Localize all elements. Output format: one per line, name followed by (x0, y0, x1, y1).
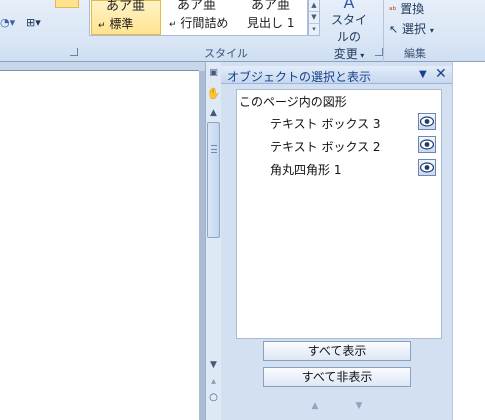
visibility-eye-icon[interactable] (418, 136, 436, 153)
selection-pane: オブジェクトの選択と表示 ▼ ✕ このページ内の図形 テキスト ボックス 3 テ… (221, 62, 452, 420)
pane-header: オブジェクトの選択と表示 ▼ ✕ (221, 66, 452, 84)
hide-all-button[interactable]: すべて非表示 (263, 367, 411, 387)
move-down-button[interactable]: ▼ (348, 396, 370, 416)
scroll-thumb[interactable] (207, 122, 220, 238)
close-icon[interactable]: ✕ (435, 66, 447, 82)
style-normal-label: 標準 (109, 17, 134, 31)
ribbon: ◔▾ ⊞▾ あア亜 ↵ 標準 あア亜 ↵ 行間詰め あア亜 見出し 1 ▲ ▼ … (0, 0, 485, 62)
paragraph-mark-icon: ↵ (98, 21, 106, 31)
paragraph-launcher-icon[interactable] (70, 48, 78, 56)
select-button[interactable]: ↖ 選択 ▾ (389, 20, 434, 37)
cursor-icon: ↖ (389, 23, 399, 36)
replace-icon: ᵃᵇ (389, 6, 397, 16)
paragraph-shading-icon[interactable]: ◔▾ (0, 16, 15, 29)
pane-toggle-icon[interactable]: ▣ (206, 66, 221, 81)
shape-list: このページ内の図形 テキスト ボックス 3 テキスト ボックス 2 角丸四角形 … (236, 89, 442, 339)
highlight-button[interactable] (55, 0, 79, 8)
style-gallery: あア亜 ↵ 標準 あア亜 ↵ 行間詰め あア亜 見出し 1 (89, 0, 308, 36)
visibility-eye-icon[interactable] (418, 113, 436, 130)
move-down-icon: ▼ (355, 401, 363, 411)
gallery-more-icon[interactable]: ▾ (309, 24, 319, 36)
edit-group-label: 編集 (404, 47, 426, 60)
replace-button[interactable]: ᵃᵇ 置換 (389, 0, 424, 17)
pane-menu-icon[interactable]: ▼ (419, 69, 427, 80)
vertical-scrollbar[interactable]: ▣ ✋ ▲ ▼ ⩓ ○ (205, 62, 221, 420)
document-page[interactable] (0, 70, 199, 420)
borders-icon[interactable]: ⊞▾ (26, 16, 41, 29)
list-caption: このページ内の図形 (239, 95, 347, 109)
gallery-down-icon[interactable]: ▼ (309, 12, 319, 24)
change-styles-icon: A (343, 0, 355, 12)
right-document-area (452, 62, 485, 420)
list-item[interactable]: テキスト ボックス 3 (237, 112, 441, 134)
move-up-button[interactable]: ▲ (304, 396, 326, 416)
group-divider (383, 0, 384, 62)
style-no-spacing[interactable]: あア亜 ↵ 行間詰め (163, 0, 235, 35)
style-heading1-label: 見出し 1 (247, 16, 295, 30)
gallery-up-icon[interactable]: ▲ (309, 0, 319, 12)
prev-page-icon[interactable]: ⩓ (206, 374, 221, 389)
show-all-button[interactable]: すべて表示 (263, 341, 411, 361)
hand-tool-icon[interactable]: ✋ (206, 86, 221, 101)
browse-object-icon[interactable]: ○ (206, 390, 221, 405)
styles-group-label: スタイル (204, 47, 248, 60)
paragraph-mark-icon: ↵ (169, 20, 177, 30)
style-heading1[interactable]: あア亜 見出し 1 (237, 0, 307, 35)
shape-name: 角丸四角形 1 (270, 163, 342, 177)
shape-name: テキスト ボックス 3 (270, 117, 381, 131)
list-item[interactable]: テキスト ボックス 2 (237, 135, 441, 157)
move-up-icon: ▲ (311, 401, 319, 411)
styles-launcher-icon[interactable] (375, 48, 383, 56)
visibility-eye-icon[interactable] (418, 159, 436, 176)
list-item[interactable]: 角丸四角形 1 (237, 158, 441, 180)
grip-icon (211, 145, 217, 153)
scroll-up-icon[interactable]: ▲ (206, 106, 221, 121)
gallery-scroll[interactable]: ▲ ▼ ▾ (308, 0, 320, 36)
shape-name: テキスト ボックス 2 (270, 140, 381, 154)
style-no-spacing-label: 行間詰め (180, 16, 229, 30)
chevron-down-icon: ▾ (429, 26, 434, 35)
scroll-down-icon[interactable]: ▼ (206, 358, 221, 373)
pane-title: オブジェクトの選択と表示 (227, 70, 372, 84)
change-styles-button[interactable]: A スタイルの 変更 ▾ (326, 0, 372, 61)
style-normal[interactable]: あア亜 ↵ 標準 (91, 0, 161, 35)
